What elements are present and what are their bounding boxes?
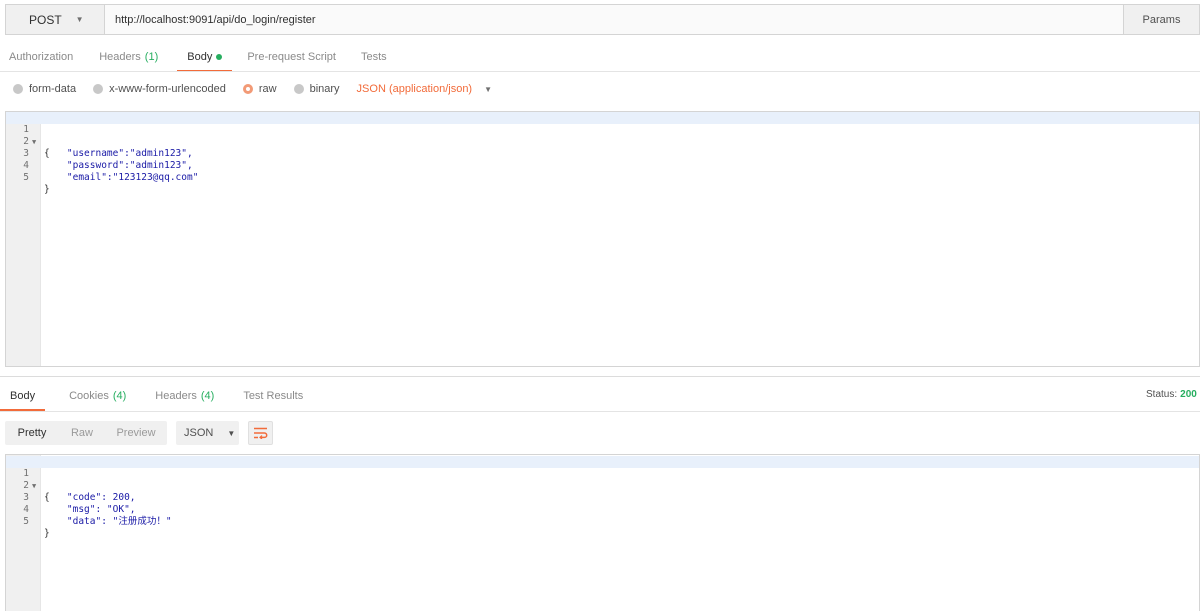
code-line: 2 "username":"admin123", bbox=[6, 124, 1199, 159]
tab-response-body[interactable]: Body bbox=[0, 381, 46, 411]
raw-button[interactable]: Raw bbox=[59, 421, 105, 445]
option-label: x-www-form-urlencoded bbox=[109, 83, 226, 95]
tab-label: Tests bbox=[360, 51, 387, 63]
response-tabs: Body Cookies (4) Headers (4) Test Result… bbox=[0, 381, 303, 411]
tab-label: Body bbox=[10, 390, 36, 402]
tab-cookies[interactable]: Cookies (4) bbox=[69, 381, 126, 411]
wrap-lines-button[interactable] bbox=[248, 421, 273, 445]
option-label: binary bbox=[309, 83, 340, 95]
request-bar: POST ▼ http://localhost:9091/api/do_logi… bbox=[5, 4, 1200, 35]
wrap-lines-icon bbox=[254, 427, 268, 439]
radio-icon bbox=[293, 84, 304, 94]
tab-label: Headers bbox=[99, 51, 141, 63]
code-line: 3 "msg": "OK", bbox=[6, 480, 1199, 515]
tab-count: (4) bbox=[112, 390, 127, 402]
tab-pre-request-script[interactable]: Pre-request Script bbox=[247, 42, 336, 72]
tab-response-headers[interactable]: Headers (4) bbox=[155, 381, 214, 411]
radio-urlencoded[interactable]: x-www-form-urlencoded bbox=[93, 83, 226, 95]
tab-tests[interactable]: Tests bbox=[361, 42, 387, 72]
code-text: } bbox=[44, 528, 50, 539]
body-type-options: form-data x-www-form-urlencoded raw bina… bbox=[13, 80, 492, 98]
preview-button[interactable]: Preview bbox=[105, 421, 167, 445]
url-input[interactable]: http://localhost:9091/api/do_login/regis… bbox=[106, 5, 1123, 34]
status-value: 200 O bbox=[1180, 389, 1200, 400]
tab-label: Headers bbox=[155, 390, 197, 402]
modified-dot-icon bbox=[216, 54, 223, 60]
chevron-down-icon: ▼ bbox=[227, 428, 236, 438]
code-line: 1 ▼ { bbox=[6, 112, 1199, 159]
params-button[interactable]: Params bbox=[1123, 5, 1199, 34]
content-type-select[interactable]: JSON (application/json) ▼ bbox=[357, 83, 492, 95]
code-line: 5 } bbox=[6, 504, 1199, 539]
code-line: 5 } bbox=[6, 160, 1199, 195]
status-label: Status: bbox=[1146, 389, 1178, 400]
response-status: Status:200 O bbox=[1146, 389, 1200, 400]
radio-raw[interactable]: raw bbox=[242, 83, 277, 95]
tab-count: (4) bbox=[200, 390, 215, 402]
radio-icon bbox=[13, 84, 23, 94]
chevron-down-icon: ▼ bbox=[75, 15, 84, 24]
radio-checked-icon bbox=[242, 84, 253, 94]
url-text: http://localhost:9091/api/do_login/regis… bbox=[115, 13, 316, 26]
response-view-toggle: Pretty Raw Preview bbox=[5, 421, 167, 445]
code-line: 1 ▼ { bbox=[6, 456, 1199, 503]
tab-body[interactable]: Body bbox=[177, 42, 233, 72]
tab-label: Pre-request Script bbox=[247, 51, 336, 63]
code-line: 4 "email":"123123@qq.com" bbox=[6, 148, 1199, 183]
tab-authorization[interactable]: Authorization bbox=[9, 42, 73, 72]
tab-count: (1) bbox=[144, 51, 159, 63]
code-text: } bbox=[44, 184, 50, 195]
divider bbox=[0, 411, 1200, 412]
radio-icon bbox=[93, 84, 104, 94]
chevron-down-icon: ▼ bbox=[484, 84, 493, 94]
code-text: "email":"123123@qq.com" bbox=[44, 172, 199, 183]
tab-label: Test Results bbox=[243, 390, 304, 402]
request-tabs: Authorization Headers (1) Body Pre-reque… bbox=[0, 42, 387, 72]
line-number: 5 bbox=[23, 516, 29, 527]
content-type-label: JSON (application/json) bbox=[356, 83, 473, 95]
method-label: POST bbox=[29, 12, 62, 27]
tab-label: Body bbox=[187, 51, 213, 63]
pretty-button[interactable]: Pretty bbox=[5, 421, 59, 445]
divider bbox=[0, 71, 1200, 72]
radio-form-data[interactable]: form-data bbox=[13, 83, 76, 95]
tab-test-results[interactable]: Test Results bbox=[243, 381, 303, 411]
radio-binary[interactable]: binary bbox=[293, 83, 340, 95]
format-label: JSON bbox=[184, 427, 214, 439]
tab-headers[interactable]: Headers (1) bbox=[99, 42, 158, 72]
request-body-editor[interactable]: 1 ▼ { 2 "username":"admin123", 3 "passwo… bbox=[5, 111, 1200, 367]
format-select[interactable]: JSON ▼ bbox=[176, 421, 239, 445]
code-text: "data": "注册成功！" bbox=[44, 516, 172, 527]
tab-label: Authorization bbox=[9, 51, 74, 63]
response-body-viewer[interactable]: 1 ▼ { 2 "code": 200, 3 "msg": "OK", 4 "d… bbox=[5, 454, 1200, 611]
code-line: 4 "data": "注册成功！" bbox=[6, 492, 1199, 527]
option-label: form-data bbox=[29, 83, 77, 95]
line-number: 5 bbox=[23, 172, 29, 183]
tab-label: Cookies bbox=[69, 390, 109, 402]
code-line: 2 "code": 200, bbox=[6, 468, 1199, 503]
method-select[interactable]: POST ▼ bbox=[6, 5, 105, 34]
option-label: raw bbox=[258, 83, 277, 95]
code-line: 3 "password":"admin123", bbox=[6, 136, 1199, 171]
divider bbox=[0, 376, 1200, 377]
